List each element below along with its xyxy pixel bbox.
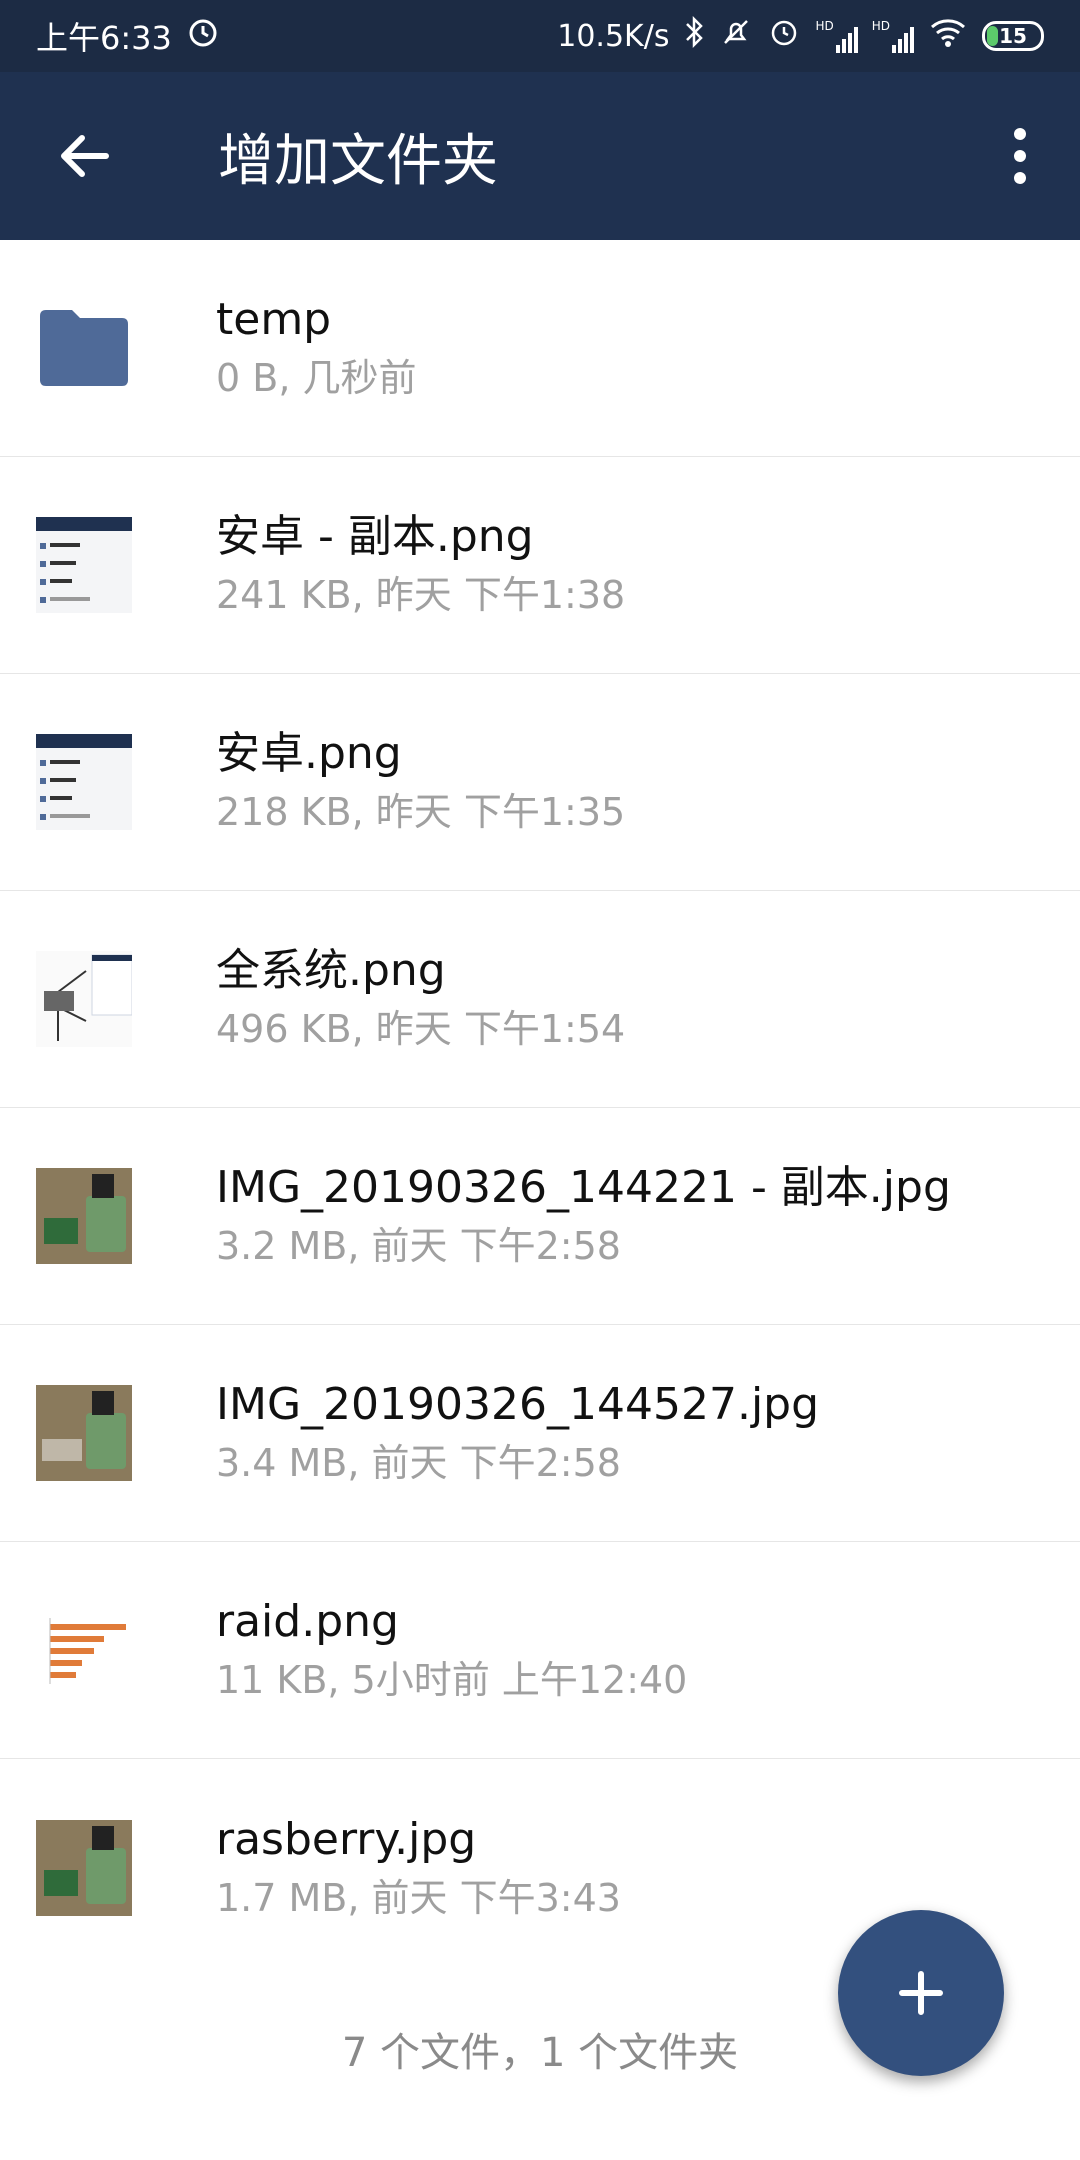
page-title: 增加文件夹 [218, 128, 498, 194]
list-item[interactable]: raid.png 11 KB, 5小时前 上午12:40 [0, 1542, 1080, 1759]
file-name: rasberry.jpg [216, 1813, 477, 1865]
list-item[interactable]: IMG_20190326_144221 - 副本.jpg 3.2 MB, 前天 … [0, 1108, 1080, 1325]
signal-icon: HD [872, 19, 914, 53]
file-name: 安卓 - 副本.png [216, 511, 534, 562]
battery-level: 15 [999, 24, 1027, 48]
file-list: temp 0 B, 几秒前 安卓 - 副本.png 241 KB, 昨天 下午1… [0, 240, 1080, 1976]
bluetooth-icon [683, 15, 705, 57]
photo-thumbnail [36, 1385, 132, 1481]
photo-thumbnail [36, 1168, 132, 1264]
list-item[interactable]: IMG_20190326_144527.jpg 3.4 MB, 前天 下午2:5… [0, 1325, 1080, 1542]
file-meta: 0 B, 几秒前 [216, 356, 417, 400]
photo-thumbnail [36, 1819, 132, 1916]
file-meta: 3.2 MB, 前天 下午2:58 [216, 1224, 621, 1268]
signal-hd-label: HD [815, 19, 834, 33]
battery-icon: 15 [982, 21, 1044, 51]
status-time: 上午6:33 [36, 19, 172, 57]
status-bar: 上午6:33 10.5K/s HD HD 15 [0, 0, 1080, 72]
file-meta: 3.4 MB, 前天 下午2:58 [216, 1441, 621, 1485]
list-item[interactable]: 全系统.png 496 KB, 昨天 下午1:54 [0, 891, 1080, 1108]
back-button[interactable] [0, 72, 168, 240]
arrow-left-icon [61, 135, 109, 177]
list-item[interactable]: 安卓 - 副本.png 241 KB, 昨天 下午1:38 [0, 457, 1080, 674]
file-meta: 241 KB, 昨天 下午1:38 [216, 573, 626, 617]
signal-hd-label: HD [871, 19, 890, 33]
alarm-icon [186, 15, 220, 57]
file-name: raid.png [216, 1596, 399, 1647]
file-meta: 496 KB, 昨天 下午1:54 [216, 1007, 626, 1051]
list-item[interactable]: temp 0 B, 几秒前 [0, 240, 1080, 457]
folder-icon [36, 300, 132, 396]
alarm-icon [767, 15, 801, 57]
signal-icon: HD [815, 19, 858, 53]
app-bar: 增加文件夹 [0, 72, 1080, 240]
file-name: IMG_20190326_144527.jpg [216, 1379, 820, 1430]
file-meta: 11 KB, 5小时前 上午12:40 [216, 1658, 688, 1702]
overflow-menu-button[interactable] [960, 72, 1080, 240]
file-name: 全系统.png [216, 945, 446, 996]
more-vert-icon [1014, 128, 1026, 184]
diagram-thumbnail [36, 951, 132, 1047]
file-meta: 1.7 MB, 前天 下午3:43 [216, 1875, 621, 1920]
wifi-icon [928, 15, 968, 57]
list-item[interactable]: 安卓.png 218 KB, 昨天 下午1:35 [0, 674, 1080, 891]
file-name: IMG_20190326_144221 - 副本.jpg [216, 1162, 951, 1213]
add-button[interactable] [838, 1910, 1004, 2076]
file-name: temp [216, 294, 332, 345]
network-speed: 10.5K/s [557, 18, 670, 54]
file-meta: 218 KB, 昨天 下午1:35 [216, 790, 626, 834]
mute-icon [719, 15, 753, 57]
plus-icon [899, 1971, 943, 2015]
chart-thumbnail [36, 1602, 132, 1698]
screenshot-thumbnail [36, 734, 132, 830]
file-name: 安卓.png [216, 728, 402, 779]
screenshot-thumbnail [36, 517, 132, 613]
